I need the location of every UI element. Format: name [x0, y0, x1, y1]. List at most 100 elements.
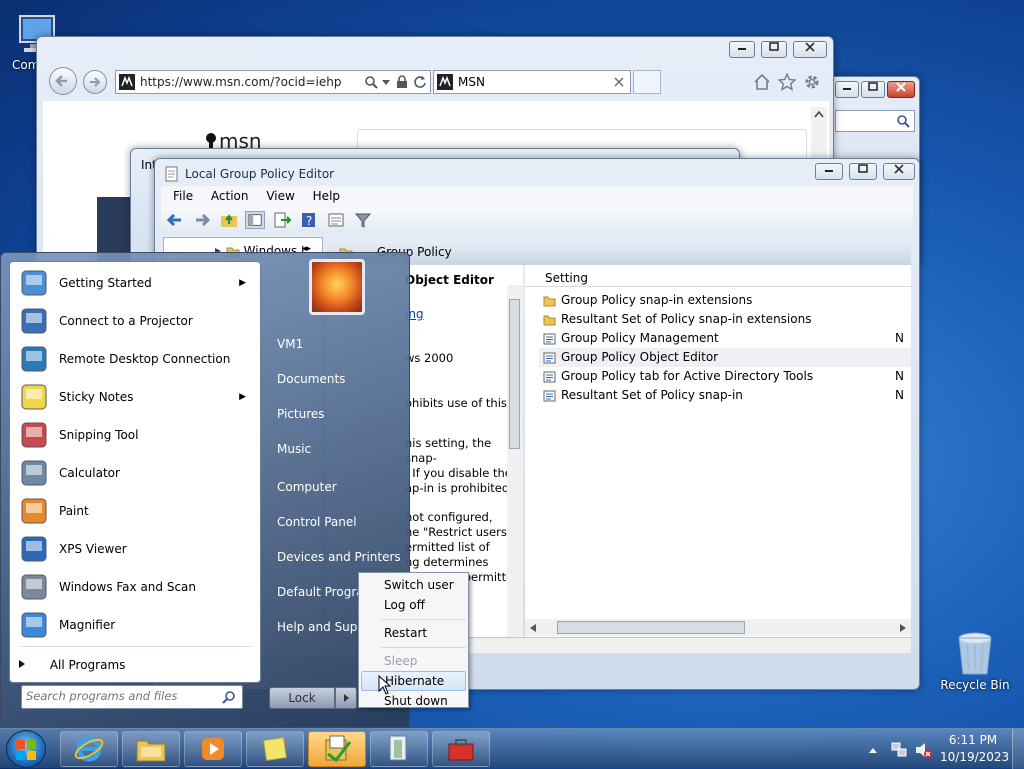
user-picture[interactable] — [309, 259, 365, 315]
properties-icon[interactable] — [326, 211, 346, 229]
maximize-button[interactable] — [861, 81, 885, 98]
power-item-shut-down[interactable]: Shut down — [359, 691, 468, 711]
ie-address-bar[interactable]: https://www.msn.com/?ocid=iehp — [115, 70, 431, 94]
network-icon[interactable] — [890, 741, 908, 759]
minimize-button[interactable] — [835, 81, 859, 98]
windows-fax-and-scan-icon — [21, 574, 47, 600]
start-menu-programs-pane: Getting Started ▶ Connect to a Projector Re… — [9, 261, 261, 683]
ie-back-button[interactable] — [49, 67, 77, 95]
start-item-calculator[interactable]: Calculator — [10, 454, 260, 492]
scroll-right-icon[interactable] — [895, 622, 907, 634]
scroll-left-icon[interactable] — [529, 622, 541, 634]
lock-icon[interactable] — [396, 75, 408, 89]
close-button[interactable] — [887, 81, 915, 98]
tray-date[interactable]: 10/19/2023 — [940, 750, 1009, 764]
horizontal-scroll-thumb[interactable] — [557, 621, 745, 634]
setting-row[interactable]: Resultant Set of Policy snap-in N — [539, 386, 911, 405]
power-item-log-off[interactable]: Log off — [359, 595, 468, 615]
horizontal-scrollbar[interactable] — [525, 619, 911, 636]
start-search-box[interactable] — [21, 685, 243, 709]
ie-tab-msn[interactable]: MSN — [433, 70, 631, 94]
msn-site-icon — [437, 74, 453, 90]
taskbar-group-policy[interactable] — [308, 731, 366, 767]
ie-forward-button[interactable] — [83, 70, 107, 94]
detail-scroll-thumb[interactable] — [509, 299, 520, 449]
detail-scrollbar[interactable] — [507, 285, 523, 637]
gpe-maximize-button[interactable] — [849, 163, 877, 180]
dropdown-arrow-icon[interactable] — [382, 79, 390, 87]
start-place-pictures[interactable]: Pictures — [261, 397, 411, 432]
ie-close-button[interactable] — [793, 41, 827, 58]
column-header-setting[interactable]: Setting — [525, 265, 911, 287]
start-item-snipping-tool[interactable]: Snipping Tool — [10, 416, 260, 454]
menu-view[interactable]: View — [266, 189, 294, 203]
taskbar-explorer[interactable] — [122, 731, 180, 767]
ie-minimize-button[interactable] — [729, 41, 755, 58]
start-place-control-panel[interactable]: Control Panel — [261, 505, 411, 540]
power-item-restart[interactable]: Restart — [359, 623, 468, 643]
start-item-windows-fax-and-scan[interactable]: Windows Fax and Scan — [10, 568, 260, 606]
start-item-paint[interactable]: Paint — [10, 492, 260, 530]
gpe-close-button[interactable] — [883, 163, 915, 180]
setting-row[interactable]: Resultant Set of Policy snap-in extensio… — [539, 310, 911, 329]
ie-new-tab-button[interactable] — [633, 70, 661, 94]
search-icon[interactable] — [222, 690, 236, 704]
start-button[interactable] — [6, 730, 46, 768]
show-desktop-button[interactable] — [1012, 729, 1024, 769]
gear-icon[interactable] — [803, 73, 821, 91]
refresh-icon[interactable] — [413, 75, 427, 89]
tab-close-icon[interactable] — [614, 77, 624, 87]
gpe-list-pane: Setting Group Policy snap-in extensions R… — [525, 265, 911, 637]
export-list-icon[interactable] — [272, 211, 292, 229]
start-search-input[interactable] — [26, 689, 216, 703]
start-place-devices-and-printers[interactable]: Devices and Printers — [261, 540, 411, 575]
power-item-hibernate[interactable]: Hibernate — [361, 671, 466, 691]
home-icon[interactable] — [753, 73, 771, 91]
paint-icon — [21, 498, 47, 524]
taskbar-policy-doc[interactable] — [370, 731, 428, 767]
setting-row[interactable]: Group Policy Object Editor — [539, 348, 911, 367]
show-hide-tree-icon[interactable] — [245, 211, 266, 229]
start-place-music[interactable]: Music — [261, 432, 411, 467]
shutdown-options-button[interactable] — [335, 687, 357, 709]
up-folder-icon[interactable] — [219, 211, 239, 229]
scroll-up-icon[interactable] — [811, 107, 827, 123]
start-item-getting-started[interactable]: Getting Started ▶ — [10, 264, 260, 302]
start-item-connect-to-projector[interactable]: Connect to a Projector — [10, 302, 260, 340]
desktop-icon-recycle-bin[interactable]: Recycle Bin — [940, 630, 1010, 692]
setting-row[interactable]: Group Policy Management N — [539, 329, 911, 348]
setting-row[interactable]: Group Policy snap-in extensions — [539, 291, 911, 310]
lock-button[interactable]: Lock — [269, 687, 335, 709]
power-item-sleep[interactable]: Sleep — [359, 651, 468, 671]
start-item-magnifier[interactable]: Magnifier — [10, 606, 260, 644]
start-place-computer[interactable]: Computer — [261, 470, 411, 505]
menu-action[interactable]: Action — [211, 189, 249, 203]
gpe-minimize-button[interactable] — [815, 163, 843, 180]
taskbar-sticky-notes[interactable] — [246, 731, 304, 767]
start-item-sticky-notes[interactable]: Sticky Notes ▶ — [10, 378, 260, 416]
setting-row[interactable]: Group Policy tab for Active Directory To… — [539, 367, 911, 386]
taskbar-toolbox[interactable] — [432, 731, 490, 767]
menu-help[interactable]: Help — [313, 189, 340, 203]
start-item-remote-desktop-connection[interactable]: Remote Desktop Connection — [10, 340, 260, 378]
start-place-documents[interactable]: Documents — [261, 362, 411, 397]
search-box[interactable] — [835, 110, 915, 132]
policy-setting-icon — [543, 333, 556, 344]
back-arrow-icon[interactable] — [165, 211, 185, 229]
all-programs-item[interactable]: All Programs — [18, 654, 254, 676]
power-item-switch-user[interactable]: Switch user — [359, 575, 468, 595]
start-item-xps-viewer[interactable]: XPS Viewer — [10, 530, 260, 568]
search-icon[interactable] — [364, 75, 378, 89]
menu-file[interactable]: File — [173, 189, 193, 203]
ie-maximize-button[interactable] — [761, 41, 787, 58]
help-icon[interactable]: ? — [299, 211, 319, 229]
taskbar-media-player[interactable] — [184, 731, 242, 767]
show-hidden-icons-icon[interactable] — [868, 745, 878, 755]
start-place-user[interactable]: VM1 — [261, 327, 411, 362]
filter-icon[interactable] — [353, 211, 373, 229]
favorites-star-icon[interactable] — [778, 73, 796, 91]
taskbar-ie[interactable] — [60, 731, 118, 767]
volume-muted-icon[interactable] — [914, 741, 932, 759]
forward-arrow-icon[interactable] — [192, 211, 212, 229]
tray-time[interactable]: 6:11 PM — [940, 733, 1006, 747]
